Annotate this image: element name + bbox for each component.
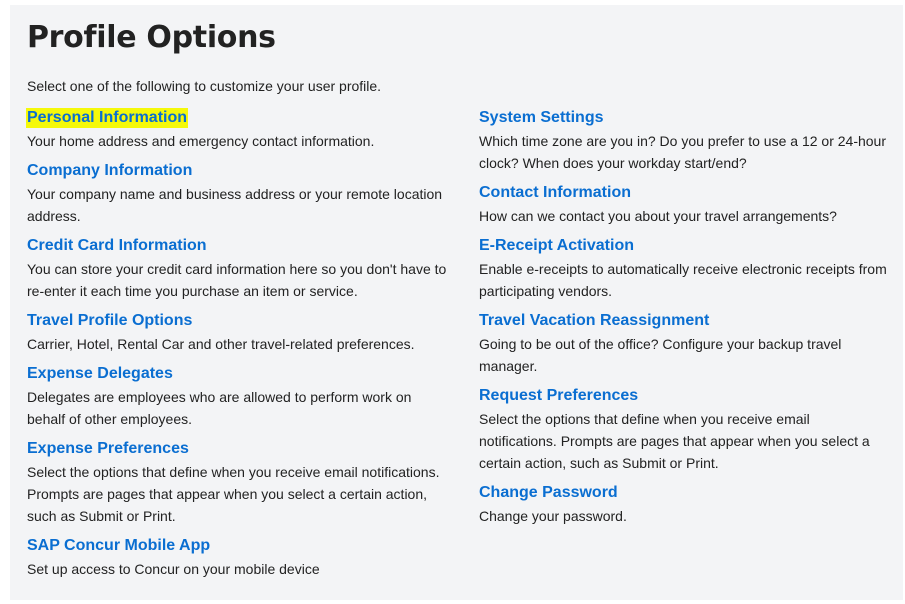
request-preferences-link[interactable]: Request Preferences (479, 386, 891, 406)
option-company-information: Company Information Your company name an… (27, 161, 447, 227)
option-description: Select the options that define when you … (27, 464, 440, 524)
option-request-preferences: Request Preferences Select the options t… (479, 386, 891, 474)
option-travel-vacation-reassignment: Travel Vacation Reassignment Going to be… (479, 311, 891, 377)
option-description: Change your password. (479, 508, 627, 524)
option-description: Your home address and emergency contact … (27, 133, 375, 149)
option-description: Select the options that define when you … (479, 411, 870, 471)
travel-vacation-reassignment-link[interactable]: Travel Vacation Reassignment (479, 311, 891, 331)
option-description: Set up access to Concur on your mobile d… (27, 561, 320, 577)
page-title: Profile Options (27, 20, 276, 55)
option-personal-information: Personal Information Your home address a… (26, 108, 447, 152)
option-credit-card-information: Credit Card Information You can store yo… (27, 236, 447, 302)
right-options-column: System Settings Which time zone are you … (479, 108, 891, 536)
system-settings-link[interactable]: System Settings (479, 108, 891, 128)
option-expense-delegates: Expense Delegates Delegates are employee… (27, 364, 447, 430)
company-information-link[interactable]: Company Information (27, 161, 447, 181)
option-description: Which time zone are you in? Do you prefe… (479, 133, 886, 171)
option-sap-concur-mobile-app: SAP Concur Mobile App Set up access to C… (27, 536, 447, 580)
sap-concur-mobile-app-link[interactable]: SAP Concur Mobile App (27, 536, 447, 556)
option-description: Your company name and business address o… (27, 186, 443, 224)
contact-information-link[interactable]: Contact Information (479, 183, 891, 203)
expense-delegates-link[interactable]: Expense Delegates (27, 364, 447, 384)
option-description: Delegates are employees who are allowed … (27, 389, 412, 427)
option-description: You can store your credit card informati… (27, 261, 447, 299)
option-expense-preferences: Expense Preferences Select the options t… (27, 439, 447, 527)
option-system-settings: System Settings Which time zone are you … (479, 108, 891, 174)
option-description: Enable e-receipts to automatically recei… (479, 261, 887, 299)
option-e-receipt-activation: E-Receipt Activation Enable e-receipts t… (479, 236, 891, 302)
option-description: Carrier, Hotel, Rental Car and other tra… (27, 336, 415, 352)
e-receipt-activation-link[interactable]: E-Receipt Activation (479, 236, 891, 256)
left-options-column: Personal Information Your home address a… (26, 108, 447, 589)
option-contact-information: Contact Information How can we contact y… (479, 183, 891, 227)
personal-information-link[interactable]: Personal Information (26, 108, 189, 128)
intro-text: Select one of the following to customize… (27, 78, 382, 94)
credit-card-information-link[interactable]: Credit Card Information (27, 236, 447, 256)
option-description: How can we contact you about your travel… (479, 208, 837, 224)
travel-profile-options-link[interactable]: Travel Profile Options (27, 311, 447, 331)
change-password-link[interactable]: Change Password (479, 483, 891, 503)
option-travel-profile-options: Travel Profile Options Carrier, Hotel, R… (27, 311, 447, 355)
option-description: Going to be out of the office? Configure… (479, 336, 842, 374)
option-change-password: Change Password Change your password. (479, 483, 891, 527)
expense-preferences-link[interactable]: Expense Preferences (27, 439, 447, 459)
